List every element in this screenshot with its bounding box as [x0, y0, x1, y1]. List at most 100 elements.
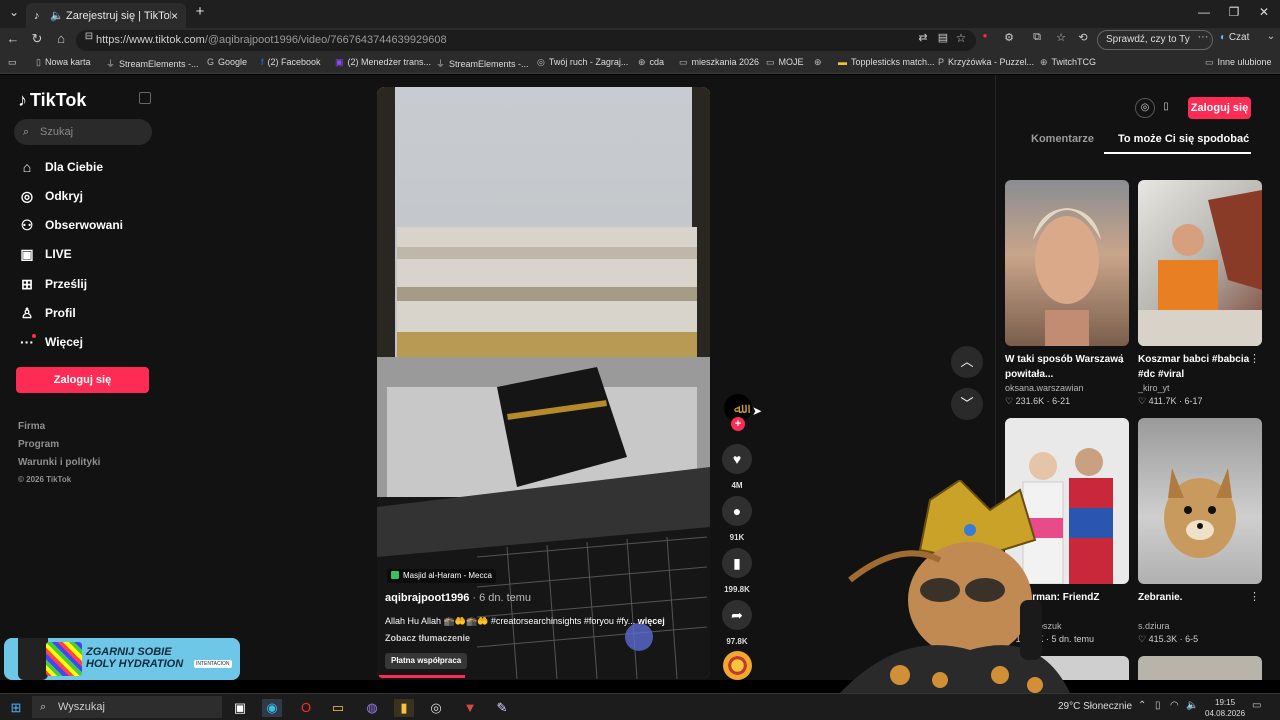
obs-icon[interactable]: ◎	[426, 699, 446, 717]
card-thumbnail-partial[interactable]	[1138, 656, 1262, 680]
task-view-icon[interactable]: ▣	[230, 699, 250, 717]
nav-label: Więcej	[45, 335, 83, 349]
like-action[interactable]: ♥ 4M	[722, 444, 752, 490]
login-button-sidebar[interactable]: Zaloguj się	[16, 367, 149, 393]
windows-start-icon[interactable]: ⊞	[6, 699, 26, 717]
adblock-icon[interactable]: ●	[976, 31, 994, 40]
tab-comments[interactable]: Komentarze	[1031, 133, 1094, 145]
device-icon[interactable]: ▯	[1156, 98, 1176, 118]
bookmark-item[interactable]: ⏚ StreamElements -...	[106, 57, 199, 70]
tray-chevron-icon[interactable]: ⌃	[1138, 700, 1146, 711]
search-input[interactable]: ⌕ Szukaj	[14, 119, 152, 145]
maximize-icon[interactable]: ❐	[1222, 5, 1246, 19]
bookmark-item[interactable]: ▬ Topplesticks match...	[838, 57, 935, 67]
previous-video-button[interactable]: ︿	[951, 346, 983, 378]
video-player[interactable]: Masjid al-Haram - Mecca aqibrajpoot1996 ·…	[377, 87, 710, 679]
translate-link[interactable]: Zobacz tłumaczenie	[385, 633, 470, 643]
more-link[interactable]: więcej	[638, 616, 665, 626]
split-screen-icon[interactable]: ⧉	[1028, 31, 1046, 44]
bookmark-item[interactable]: ▭ mieszkania 2026	[679, 57, 759, 68]
next-video-button[interactable]: ﹀	[951, 388, 983, 420]
video-author[interactable]: aqibrajpoot1996 · 6 dn. temu	[385, 592, 531, 604]
history-icon[interactable]: ⟲	[1074, 31, 1092, 44]
usb-icon[interactable]: ▯	[1155, 700, 1161, 711]
favorites-icon[interactable]: ☆	[1052, 31, 1070, 44]
nav-upload[interactable]: ⊞ Prześlij	[18, 273, 87, 295]
weather-widget[interactable]: 29°C Słonecznie	[1058, 701, 1132, 712]
collapse-sidebar-icon[interactable]	[139, 92, 151, 104]
card-more-icon[interactable]: ⋮	[1116, 352, 1127, 365]
bookmark-item[interactable]: ▣ (2) Menedżer trans...	[335, 57, 431, 68]
new-tab-icon[interactable]: +	[188, 3, 212, 20]
minimize-icon[interactable]: —	[1192, 5, 1216, 19]
edge-icon[interactable]: ◉	[262, 699, 282, 717]
wifi-icon[interactable]: ◠	[1170, 700, 1179, 711]
extensions-icon[interactable]: ⚙	[1000, 31, 1018, 44]
nav-following[interactable]: ⚇ Obserwowani	[18, 214, 123, 236]
bookmark-item[interactable]: ◎ Twój ruch - Zagraj...	[537, 57, 628, 68]
bookmark-item[interactable]: ▭ MOJE	[766, 57, 804, 68]
video-progress-bar[interactable]	[379, 675, 465, 678]
url-field[interactable]: https://www.tiktok.com/@aqibrajpoot1996/…	[76, 30, 976, 51]
app-icon[interactable]: ▮	[394, 699, 414, 717]
bookmark-bar-icon[interactable]: ▭	[8, 57, 17, 68]
nav-more[interactable]: ··· Więcej	[18, 331, 83, 353]
bookmark-item[interactable]: G Google	[207, 57, 247, 67]
back-icon[interactable]: ←	[4, 31, 22, 46]
nav-live[interactable]: ▣ LIVE	[18, 243, 71, 265]
favorite-star-icon[interactable]: ☆	[952, 31, 970, 45]
location-tag[interactable]: Masjid al-Haram - Mecca	[387, 569, 496, 583]
footer-link-company[interactable]: Firma	[18, 421, 45, 432]
card-more-icon[interactable]: ⋮	[1249, 352, 1260, 365]
recommended-card[interactable]: W taki sposób Warszawa powitała... oksan…	[1005, 180, 1129, 407]
clock[interactable]: 19:15 04.08.2026	[1205, 697, 1245, 719]
file-explorer-icon[interactable]: ▭	[328, 699, 348, 717]
sidebar-toggle-icon[interactable]: ⌄	[1262, 31, 1280, 42]
translate-icon[interactable]: ⇄	[914, 31, 932, 44]
recommended-card[interactable]: Koszmar babci #babcia #dc #viral _kiro_y…	[1138, 180, 1262, 407]
discord-icon[interactable]: ◍	[362, 699, 382, 717]
share-action[interactable]: ➦ 97.8K	[722, 600, 752, 646]
reader-icon[interactable]: ▤	[934, 31, 952, 44]
bookmark-item[interactable]: P Krzyżówka - Puzzel...	[938, 57, 1034, 67]
site-info-icon[interactable]: ⊟	[80, 31, 98, 42]
tab-recommended[interactable]: To może Ci się spodobać	[1118, 133, 1249, 145]
save-action[interactable]: ▮ 199.8K	[722, 548, 752, 594]
music-disc-icon[interactable]	[723, 651, 752, 680]
menu-dots-icon[interactable]: ···	[1194, 31, 1212, 43]
volume-icon[interactable]: 🔈	[1186, 700, 1198, 711]
bookmark-item[interactable]: ▯ Nowa karta	[36, 57, 90, 68]
bookmark-item[interactable]: f (2) Facebook	[261, 57, 321, 67]
copilot-chat-button[interactable]: ◐ Czat	[1220, 32, 1249, 43]
home-browser-icon[interactable]: ⌂	[52, 31, 70, 46]
other-favorites[interactable]: ▭ Inne ulubione	[1205, 57, 1272, 68]
notifications-icon[interactable]: ▭	[1252, 700, 1261, 711]
footer-link-terms[interactable]: Warunki i polityki	[18, 457, 100, 468]
bookmark-item[interactable]: ⊕	[814, 57, 826, 68]
close-window-icon[interactable]: ✕	[1252, 5, 1276, 19]
nav-profile[interactable]: ♙ Profil	[18, 302, 76, 324]
recommended-card[interactable]: Zebranie. s.dziura ♡ 415.3K · 6-5 ⋮	[1138, 418, 1262, 645]
tiktok-logo[interactable]: ♪ TikTok	[18, 90, 86, 111]
compass-small-icon[interactable]: ◎	[1135, 98, 1155, 118]
login-button-top[interactable]: Zaloguj się	[1188, 97, 1251, 119]
browser-tab[interactable]: ♪ 🔈 Zarejestruj się | TikTok ×	[26, 3, 186, 28]
tab-list-icon[interactable]: ⌄	[2, 5, 26, 19]
bookmark-item[interactable]: ⏚ StreamElements -...	[436, 57, 529, 70]
taskbar-search[interactable]: ⌕ Wyszukaj	[32, 696, 222, 718]
follow-plus-icon[interactable]: +	[731, 417, 745, 431]
speaker-icon[interactable]: 🔈	[50, 10, 64, 22]
bookmark-item[interactable]: ⊕ cda	[638, 57, 664, 68]
close-tab-icon[interactable]: ×	[171, 9, 178, 23]
card-date: 6-21	[1052, 396, 1071, 406]
card-more-icon[interactable]: ⋮	[1249, 590, 1260, 603]
footer-link-program[interactable]: Program	[18, 439, 59, 450]
comment-action[interactable]: ● 91K	[722, 496, 752, 542]
bookmark-item[interactable]: ⊕ TwitchTCG	[1040, 57, 1096, 68]
paint-icon[interactable]: ✎	[492, 699, 512, 717]
nav-for-you[interactable]: ⌂ Dla Ciebie	[18, 156, 103, 178]
game-app-icon[interactable]: ▼	[460, 699, 480, 717]
opera-icon[interactable]: O	[296, 699, 316, 717]
nav-explore[interactable]: ◎ Odkryj	[18, 185, 83, 207]
refresh-icon[interactable]: ↻	[28, 31, 46, 47]
